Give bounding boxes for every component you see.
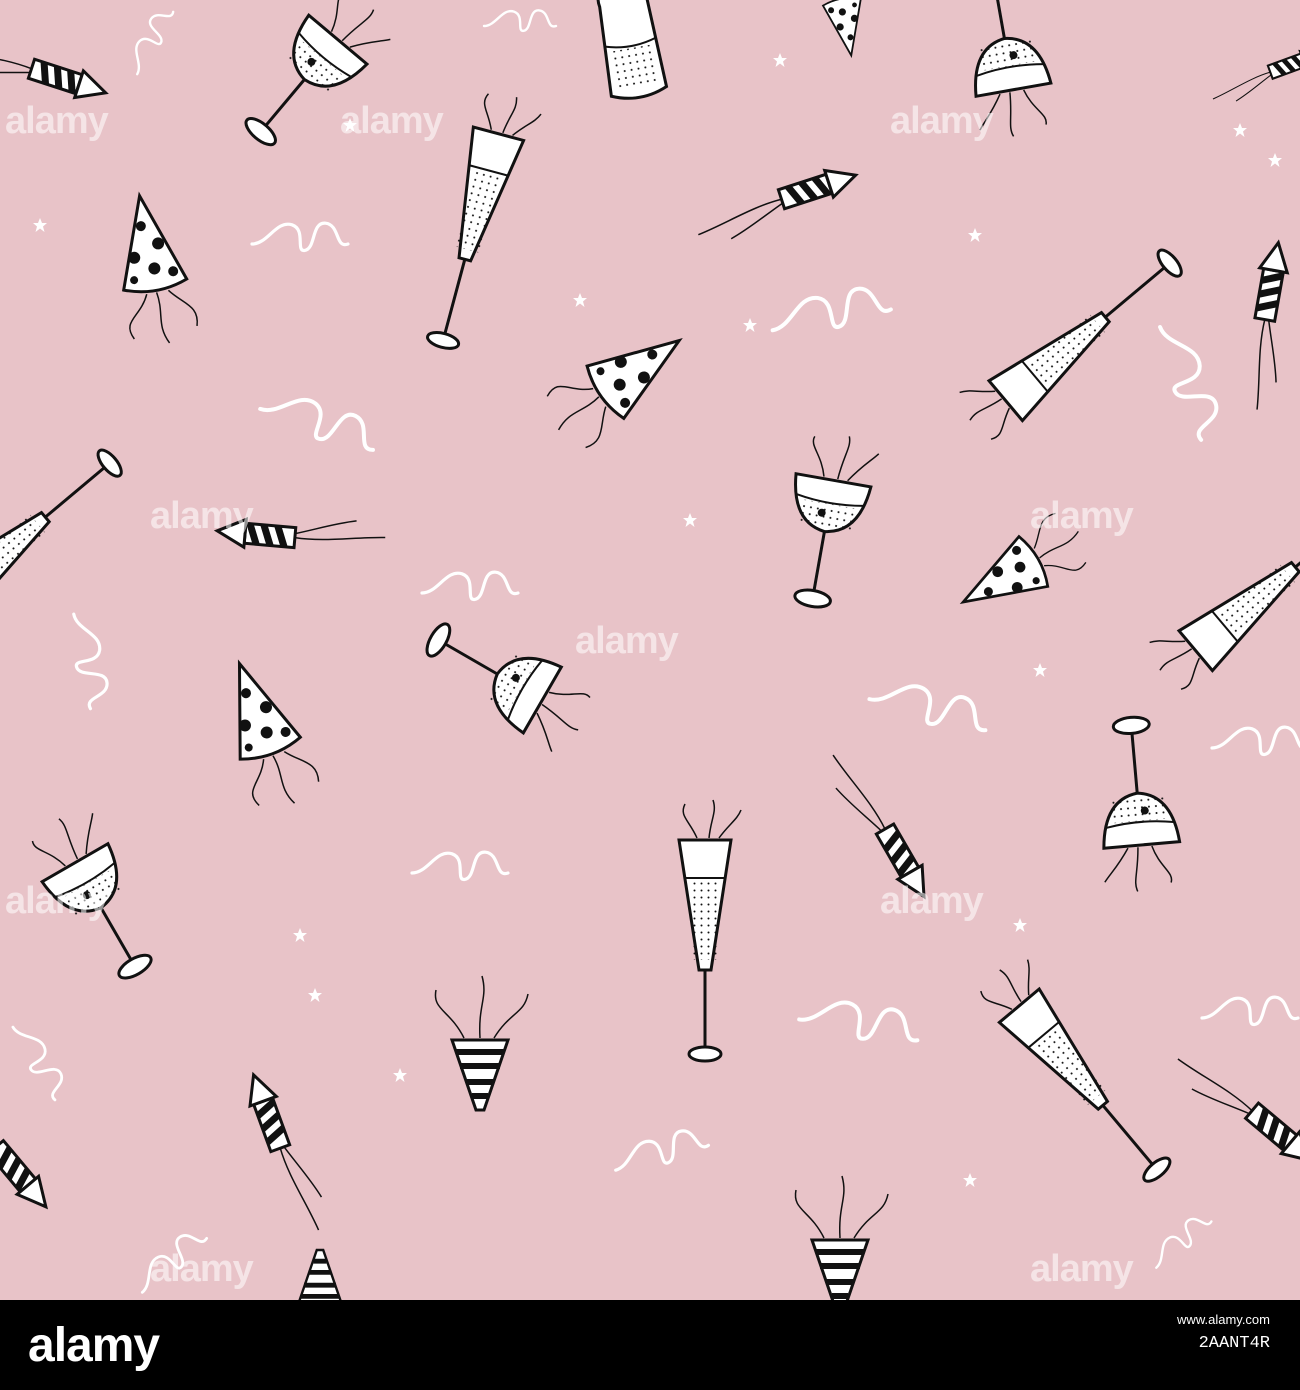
footer-bar: alamy www.alamy.com 2AANT4R [0,1300,1300,1390]
watermark-text: alamy [890,100,994,142]
watermark-text: alamy [1030,495,1134,537]
watermark-text: alamy [5,880,109,922]
footer-image-id: 2AANT4R [1198,1334,1270,1353]
watermark-text: alamy [575,620,679,662]
watermark-text: alamy [5,100,109,142]
party-pattern-background: alamy alamy alamy alamy alamy alamy alam… [0,0,1300,1300]
watermark-text: alamy [880,880,984,922]
watermark-text: alamy [150,495,254,537]
footer-logo: alamy [28,1319,160,1372]
watermark-text: alamy [1030,1248,1134,1290]
footer-url: www.alamy.com [1177,1312,1270,1327]
watermark-text: alamy [150,1248,254,1290]
watermark-text: alamy [340,100,444,142]
